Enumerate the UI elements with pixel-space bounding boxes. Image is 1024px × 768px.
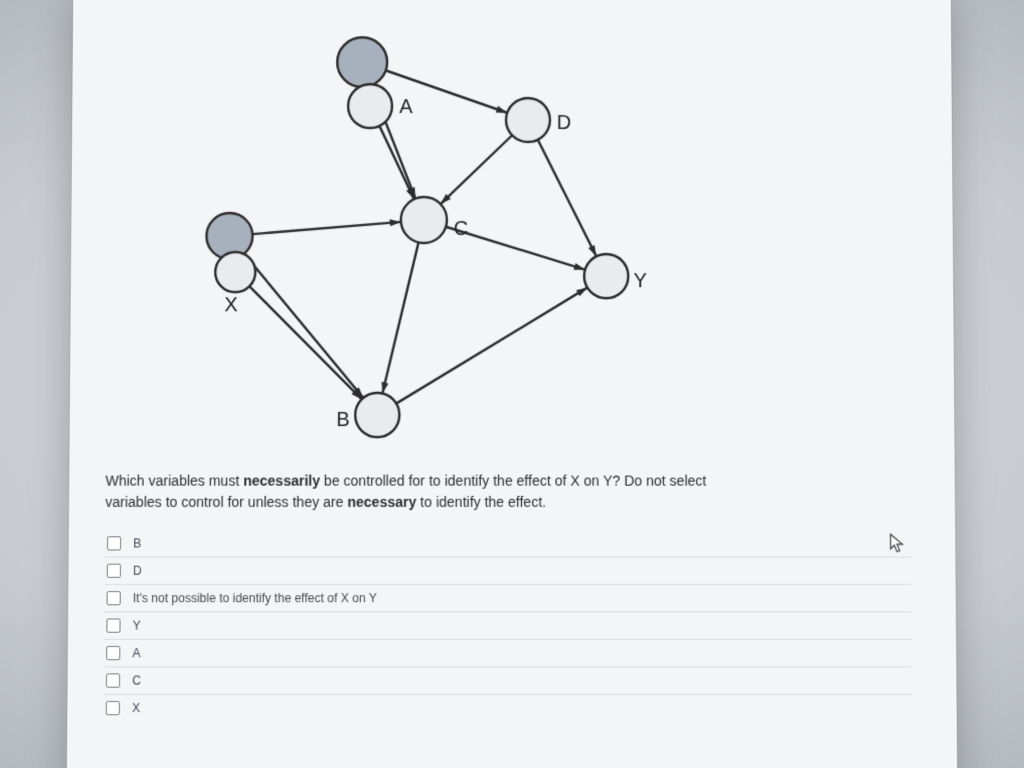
node-label-B: B [336, 409, 349, 431]
option-label: D [133, 564, 907, 578]
node-D [506, 98, 550, 142]
node-label-D: D [557, 112, 571, 134]
question-card: Consider the below causal diagram: ACDXB… [67, 0, 958, 768]
option-label: C [132, 673, 908, 687]
option-row[interactable]: B [105, 530, 911, 557]
checkbox[interactable] [107, 591, 121, 605]
checkbox[interactable] [106, 673, 120, 687]
option-label: B [133, 536, 907, 550]
option-label: X [132, 701, 908, 715]
causal-diagram: A C D X B Y [114, 3, 667, 444]
option-row[interactable]: C [104, 667, 912, 695]
node-C [401, 197, 447, 243]
node-label-A: A [399, 96, 413, 118]
option-row[interactable]: Y [104, 612, 911, 639]
node-label-X: X [224, 294, 237, 316]
answer-options: BD It's not possible to identify the effe… [104, 530, 913, 721]
checkbox[interactable] [107, 564, 121, 578]
option-label: A [132, 646, 907, 660]
node-X [215, 252, 255, 292]
node-label-C: C [454, 218, 468, 240]
option-row[interactable]: A [104, 640, 912, 667]
checkbox[interactable] [106, 618, 120, 632]
checkbox[interactable] [107, 536, 121, 550]
checkbox[interactable] [106, 646, 120, 660]
node-U1 [337, 37, 387, 87]
option-row[interactable]: X [104, 695, 913, 722]
node-Y [584, 254, 628, 298]
option-label: It's not possible to identify the effect… [133, 591, 908, 605]
checkbox[interactable] [106, 701, 120, 715]
node-A [348, 84, 392, 128]
node-B [355, 393, 399, 437]
option-row[interactable]: It's not possible to identify the effect… [104, 585, 911, 612]
option-label: Y [133, 618, 908, 632]
node-label-Y: Y [634, 270, 647, 292]
question-text: Which variables must necessarily be cont… [105, 472, 910, 512]
option-row[interactable]: D [105, 558, 912, 585]
